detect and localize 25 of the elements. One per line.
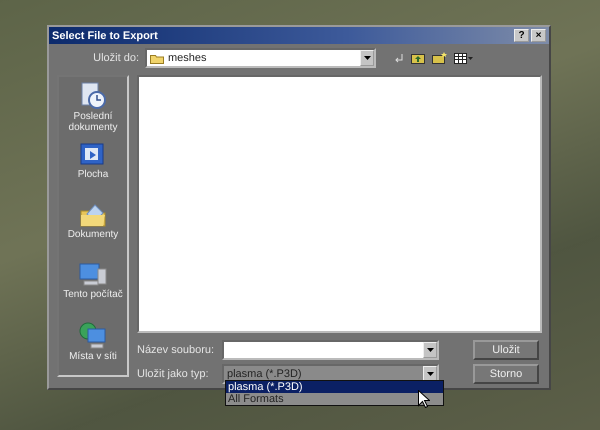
save-in-label: Uložit do: [92, 52, 139, 64]
file-name-label: Název souboru: [137, 344, 216, 356]
save-button[interactable]: Uložit [473, 340, 539, 360]
new-folder-icon[interactable] [432, 52, 447, 64]
places-bar-item[interactable]: Místa v síti [59, 321, 127, 377]
dropdown-option[interactable]: plasma (*.P3D) [226, 381, 443, 393]
mouse-pointer-icon [418, 390, 430, 408]
dropdown-option[interactable]: All Formats [226, 393, 443, 405]
up-folder-icon[interactable] [411, 52, 425, 64]
file-type-label: Uložit jako typ: [137, 368, 210, 380]
window-title: Select File to Export [52, 30, 159, 42]
folder-name: meshes [168, 52, 207, 64]
places-bar-item[interactable]: Tento počítač [59, 261, 127, 317]
help-button[interactable]: ? [514, 29, 529, 42]
file-name-field[interactable] [222, 340, 439, 360]
places-bar-item[interactable]: Plocha [59, 141, 127, 197]
back-arrow-icon[interactable] [394, 53, 404, 63]
places-bar-item[interactable]: Poslední dokumenty [59, 81, 127, 137]
save-in-dropdown[interactable]: meshes [145, 48, 376, 68]
globe-computer-icon [78, 321, 108, 351]
cancel-button[interactable]: Storno [473, 364, 539, 384]
places-bar-item[interactable]: Dokumenty [59, 201, 127, 257]
close-button[interactable]: × [531, 29, 546, 42]
folder-icon [150, 52, 164, 64]
view-menu-icon[interactable] [454, 52, 473, 64]
